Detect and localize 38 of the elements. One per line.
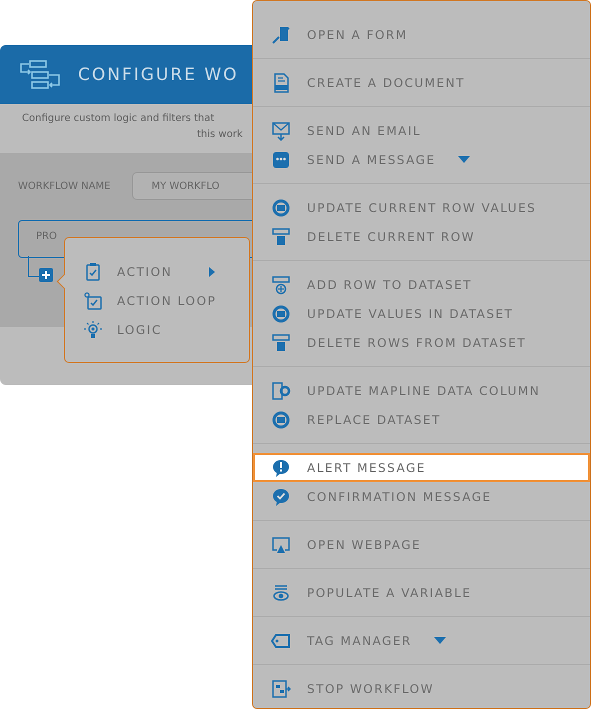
loop-check-icon [83, 290, 103, 310]
menu-item[interactable]: OPEN A FORM [253, 20, 590, 49]
refresh-icon [271, 410, 291, 430]
menu-item[interactable]: STOP WORKFLOW [253, 674, 590, 703]
dialog-title: CONFIGURE WO [78, 64, 239, 84]
submenu-item[interactable]: ACTION LOOP [65, 286, 249, 315]
menu-item[interactable]: TAG MANAGER [253, 626, 590, 655]
envelope-icon [271, 120, 291, 140]
eye-list-icon [271, 582, 291, 602]
workflow-name-label: WORKFLOW NAME [18, 180, 110, 192]
chat-bubble-icon [271, 150, 291, 170]
refresh-icon [271, 198, 291, 218]
menu-item[interactable]: UPDATE MAPLINE DATA COLUMN [253, 376, 590, 405]
workflow-icon [18, 60, 62, 90]
alert-bubble-icon [271, 458, 291, 478]
submenu-item[interactable]: ACTION [65, 257, 249, 286]
description-text: this work [197, 128, 243, 142]
monitor-icon [271, 534, 291, 554]
bulb-icon [83, 320, 103, 340]
menu-item[interactable]: SEND A MESSAGE [253, 145, 590, 174]
menu-item[interactable]: CONFIRMATION MESSAGE [253, 482, 590, 511]
menu-item[interactable]: DELETE ROWS FROM DATASET [253, 328, 590, 357]
menu-item[interactable]: UPDATE VALUES IN DATASET [253, 299, 590, 328]
menu-item[interactable]: ADD ROW TO DATASET [253, 270, 590, 299]
menu-item[interactable]: ALERT MESSAGE [253, 453, 590, 482]
add-row-icon [271, 274, 291, 294]
description-text: Configure custom logic and filters that [22, 112, 214, 126]
menu-item[interactable]: REPLACE DATASET [253, 405, 590, 434]
workflow-icon [271, 678, 291, 698]
check-bubble-icon [271, 486, 291, 506]
menu-item[interactable]: CREATE A DOCUMENT [253, 68, 590, 97]
add-step-button[interactable] [39, 268, 53, 282]
menu-item[interactable]: OPEN WEBPAGE [253, 530, 590, 559]
submenu-item[interactable]: LOGIC [65, 315, 249, 344]
menu-item[interactable]: SEND AN EMAIL [253, 116, 590, 145]
menu-item[interactable]: POPULATE A VARIABLE [253, 578, 590, 607]
refresh-icon [271, 304, 291, 324]
menu-item[interactable]: DELETE CURRENT ROW [253, 222, 590, 251]
